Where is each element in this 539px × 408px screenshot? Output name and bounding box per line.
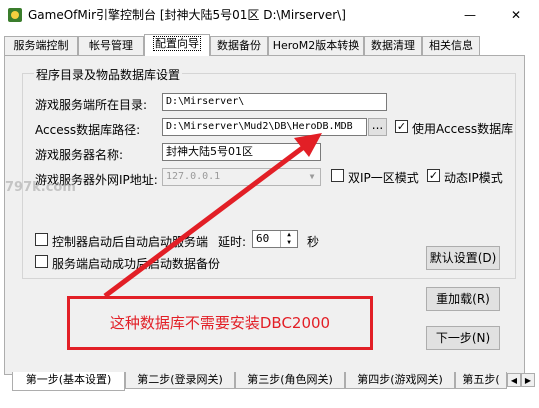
scroll-left-icon[interactable]: ◀ (507, 373, 521, 387)
step-tab-3[interactable]: 第三步(角色网关) (235, 372, 345, 389)
step-tab-5[interactable]: 第五步( (455, 372, 507, 389)
tab-config-wizard[interactable]: 配置向导 (144, 34, 210, 56)
annotation-text: 这种数据库不需要安装DBC2000 (109, 314, 331, 332)
step-tab-1[interactable]: 第一步(基本设置) (12, 372, 125, 391)
step-tab-2[interactable]: 第二步(登录网关) (125, 372, 235, 389)
annotation-box: 这种数据库不需要安装DBC2000 (67, 296, 373, 350)
step-tab-4[interactable]: 第四步(游戏网关) (345, 372, 455, 389)
tab-scroll-arrows: ◀ ▶ (507, 372, 537, 388)
scroll-right-icon[interactable]: ▶ (521, 373, 535, 387)
app-window: GameOfMir引擎控制台 [封神大陆5号01区 D:\Mirserver\]… (0, 0, 539, 408)
arrow-shaft (103, 144, 307, 298)
